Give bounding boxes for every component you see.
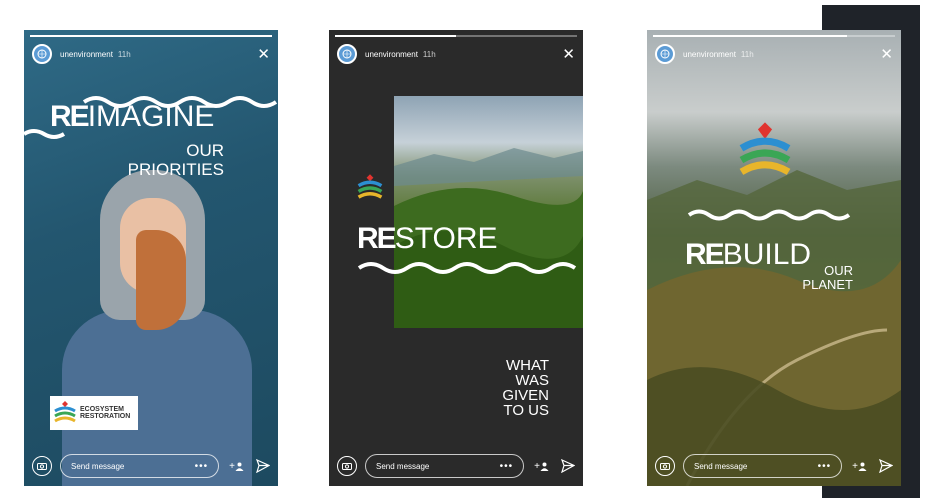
subheadline: OUR PLANET bbox=[797, 263, 853, 293]
headline-prefix: RE bbox=[357, 222, 397, 255]
add-person-icon[interactable]: + bbox=[852, 461, 867, 472]
badge-text: ECOSYSTEM RESTORATION bbox=[80, 406, 130, 421]
story-header: unenvironment 11h ✕ bbox=[337, 44, 575, 64]
camera-icon[interactable] bbox=[32, 456, 52, 476]
story-reimagine[interactable]: unenvironment 11h ✕ REIMAGINE OUR PRIORI… bbox=[24, 30, 278, 486]
decade-badge: ECOSYSTEM RESTORATION bbox=[50, 396, 138, 430]
camera-icon[interactable] bbox=[337, 456, 357, 476]
close-icon[interactable]: ✕ bbox=[880, 47, 893, 62]
username[interactable]: unenvironment bbox=[60, 50, 113, 59]
username[interactable]: unenvironment bbox=[683, 50, 736, 59]
close-icon[interactable]: ✕ bbox=[257, 47, 270, 62]
subheadline-line: PLANET bbox=[802, 277, 853, 293]
subheadline-line: OUR bbox=[186, 141, 224, 160]
un-logo-icon bbox=[660, 49, 670, 59]
ecosystem-logo-icon bbox=[54, 401, 76, 423]
avatar[interactable] bbox=[655, 44, 675, 64]
headline: REBUILD bbox=[685, 238, 811, 272]
send-icon[interactable] bbox=[879, 459, 893, 473]
post-time: 11h bbox=[422, 49, 436, 59]
ecosystem-logo-icon bbox=[357, 174, 383, 199]
avatar[interactable] bbox=[32, 44, 52, 64]
headline-prefix: RE bbox=[50, 100, 90, 133]
wave-graphic bbox=[687, 209, 851, 221]
story-progress-bar bbox=[653, 35, 895, 37]
camera-icon[interactable] bbox=[655, 456, 675, 476]
story-footer: Send message ••• + bbox=[32, 454, 270, 478]
username[interactable]: unenvironment bbox=[365, 50, 418, 59]
send-icon[interactable] bbox=[256, 459, 270, 473]
avatar[interactable] bbox=[337, 44, 357, 64]
story-progress-bar bbox=[335, 35, 577, 37]
add-person-icon[interactable]: + bbox=[534, 461, 549, 472]
story-restore[interactable]: unenvironment 11h ✕ RESTORE WHAT WAS GIV… bbox=[329, 30, 583, 486]
message-input[interactable]: Send message ••• bbox=[683, 454, 843, 478]
wave-graphic bbox=[357, 262, 577, 274]
badge-line: ECOSYSTEM bbox=[80, 405, 124, 413]
add-person-icon[interactable]: + bbox=[229, 461, 244, 472]
story-footer: Send message ••• + bbox=[337, 454, 575, 478]
subheadline: OUR bbox=[172, 142, 224, 160]
subheadline-line: WHAT bbox=[505, 357, 549, 374]
more-icon[interactable]: ••• bbox=[818, 461, 832, 472]
post-time: 11h bbox=[117, 49, 131, 59]
story-progress-bar bbox=[30, 35, 272, 37]
woman-photo bbox=[62, 170, 252, 486]
message-input[interactable]: Send message ••• bbox=[365, 454, 525, 478]
send-icon[interactable] bbox=[561, 459, 575, 473]
headline: REIMAGINE bbox=[50, 100, 214, 134]
story-rebuild[interactable]: unenvironment 11h ✕ REBUILD OUR PLANET S… bbox=[647, 30, 901, 486]
message-placeholder: Send message bbox=[376, 461, 430, 471]
ecosystem-logo-icon bbox=[739, 122, 791, 175]
badge-line: RESTORATION bbox=[80, 413, 131, 420]
headline: RESTORE bbox=[357, 222, 498, 256]
more-icon[interactable]: ••• bbox=[195, 461, 209, 472]
subheadline: WHAT WAS GIVEN TO US bbox=[479, 358, 549, 418]
subheadline-line: TO US bbox=[503, 402, 549, 419]
close-icon[interactable]: ✕ bbox=[562, 47, 575, 62]
story-header: unenvironment 11h ✕ bbox=[32, 44, 270, 64]
headline-word: STORE bbox=[394, 222, 498, 255]
message-placeholder: Send message bbox=[71, 461, 125, 471]
subheadline-line: OUR bbox=[824, 263, 853, 278]
un-logo-icon bbox=[37, 49, 47, 59]
subheadline-line: PRIORITIES bbox=[127, 160, 224, 179]
subheadline: PRIORITIES bbox=[114, 161, 224, 179]
subheadline-line: GIVEN bbox=[502, 387, 549, 404]
post-time: 11h bbox=[740, 49, 754, 59]
landscape-photo bbox=[394, 96, 583, 328]
headline-prefix: RE bbox=[685, 238, 725, 271]
story-footer: Send message ••• + bbox=[655, 454, 893, 478]
more-icon[interactable]: ••• bbox=[500, 461, 514, 472]
subheadline-line: WAS bbox=[515, 372, 549, 389]
story-header: unenvironment 11h ✕ bbox=[655, 44, 893, 64]
un-logo-icon bbox=[342, 49, 352, 59]
headline-word: IMAGINE bbox=[87, 100, 215, 133]
message-input[interactable]: Send message ••• bbox=[60, 454, 220, 478]
message-placeholder: Send message bbox=[694, 461, 748, 471]
